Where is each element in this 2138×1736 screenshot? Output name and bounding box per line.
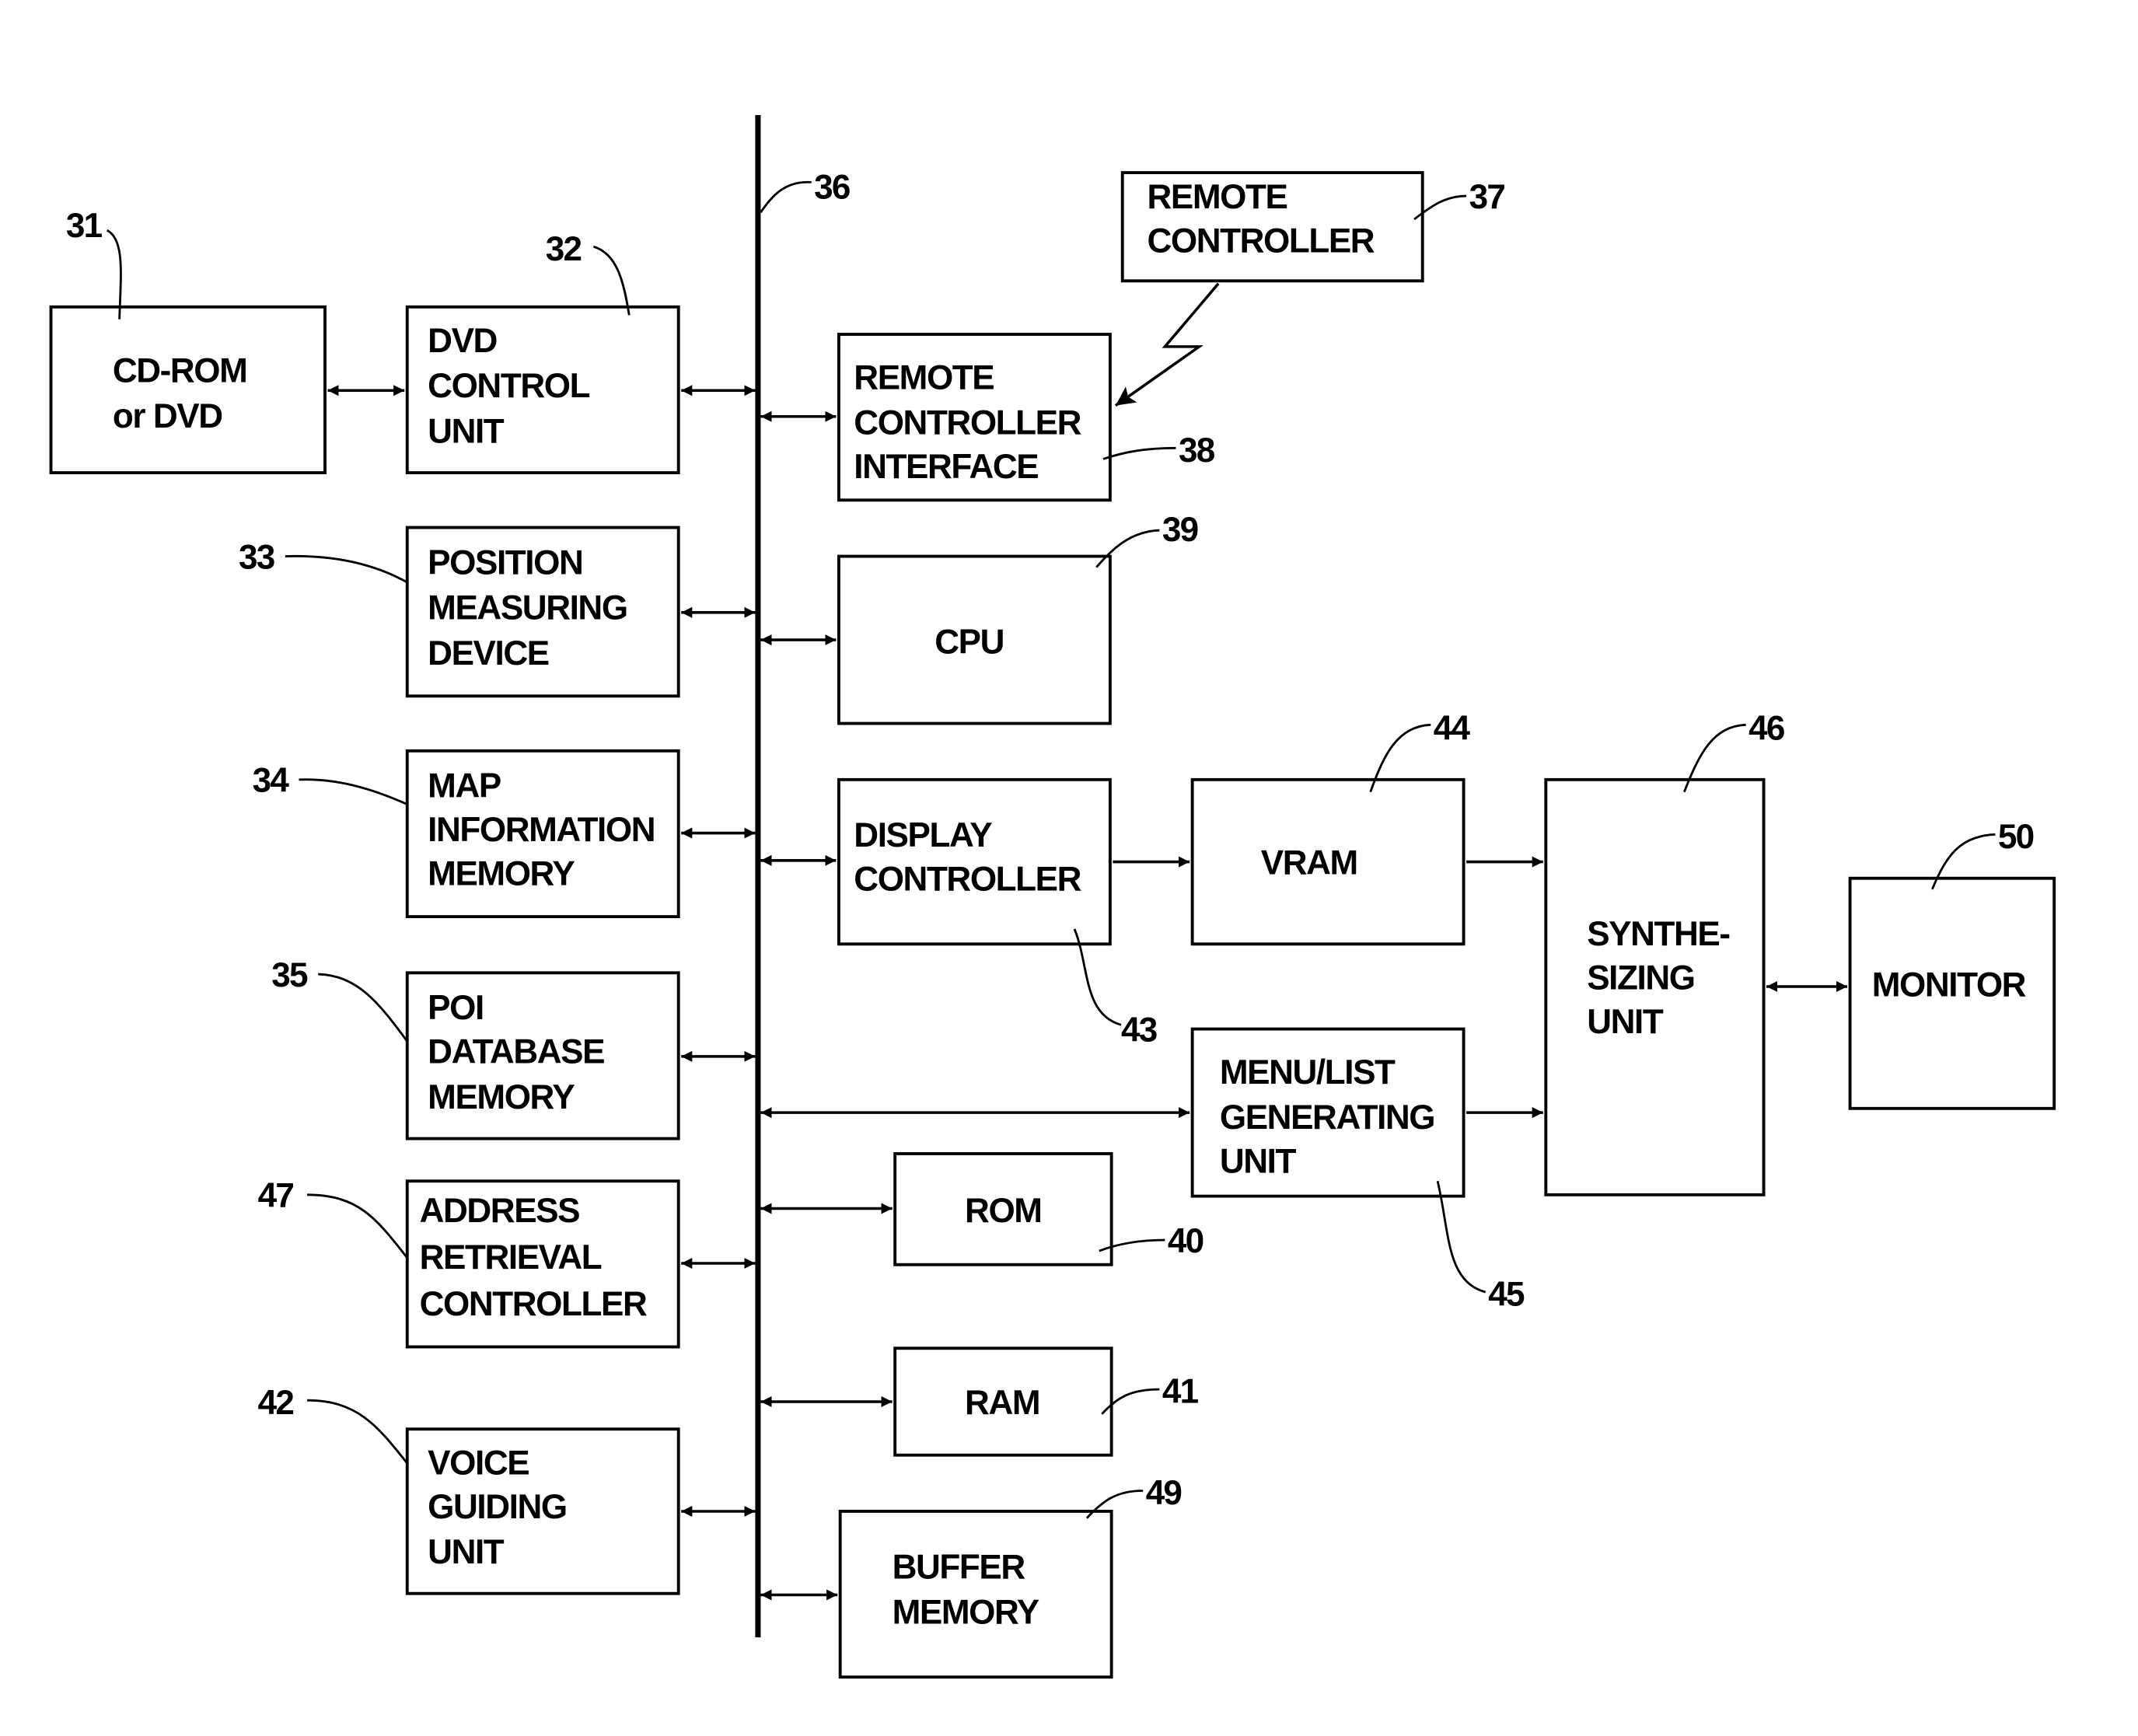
block-synthesizing-line1: SYNTHE- [1587, 915, 1729, 953]
block-remote-interface: REMOTE CONTROLLER INTERFACE [837, 333, 1112, 502]
block-poi-memory-line1: POI [428, 989, 484, 1027]
block-address-retrieval-line2: RETRIEVAL [420, 1238, 602, 1277]
block-remote-interface-line3: INTERFACE [854, 448, 1038, 486]
block-address-retrieval: ADDRESS RETRIEVAL CONTROLLER [405, 1179, 680, 1349]
block-cpu: CPU [837, 554, 1112, 725]
block-menu-list-line1: MENU/LIST [1220, 1053, 1396, 1092]
block-address-retrieval-line3: CONTROLLER [420, 1285, 647, 1323]
block-menu-list: MENU/LIST GENERATING UNIT [1190, 1027, 1466, 1198]
leader-42 [307, 1399, 408, 1465]
ref-41: 41 [1162, 1373, 1199, 1411]
block-dvd-control-line3: UNIT [428, 412, 505, 450]
ref-39: 39 [1162, 511, 1198, 549]
ref-40: 40 [1168, 1222, 1203, 1260]
leader-47 [307, 1193, 408, 1259]
block-voice-guiding: VOICE GUIDING UNIT [405, 1427, 680, 1595]
block-cpu-line1: CPU [935, 623, 1004, 662]
block-monitor: MONITOR [1848, 876, 2056, 1110]
block-synthesizing-line2: SIZING [1587, 959, 1694, 997]
block-map-memory-line2: INFORMATION [428, 811, 655, 849]
ref-49: 49 [1146, 1474, 1182, 1512]
leader-34 [299, 778, 408, 805]
block-map-memory: MAP INFORMATION MEMORY [405, 749, 680, 919]
block-poi-memory: POI DATABASE MEMORY [405, 971, 680, 1140]
block-buffer-line1: BUFFER [893, 1548, 1025, 1586]
block-poi-memory-line2: DATABASE [428, 1033, 604, 1071]
leader-38 [1102, 446, 1176, 460]
block-remote-interface-line1: REMOTE [854, 359, 994, 397]
ref-38: 38 [1179, 431, 1215, 470]
block-cdrom-line1: CD-ROM [113, 352, 247, 390]
block-vram: VRAM [1190, 777, 1466, 946]
block-dvd-control-line2: CONTROL [428, 367, 589, 405]
block-remote-interface-line2: CONTROLLER [854, 404, 1081, 442]
leader-35 [318, 973, 408, 1043]
block-dvd-control: DVD CONTROL UNIT [405, 305, 680, 474]
ref-36: 36 [814, 169, 850, 207]
block-remote-controller: REMOTE CONTROLLER [1120, 171, 1424, 283]
block-poi-memory-line3: MEMORY [428, 1078, 575, 1116]
block-synthesizing: SYNTHE- SIZING UNIT [1544, 777, 1766, 1196]
block-display-controller-line2: CONTROLLER [854, 861, 1081, 899]
wireless-link [1114, 282, 1220, 407]
ref-31: 31 [66, 207, 103, 245]
block-monitor-line1: MONITOR [1872, 966, 2026, 1004]
block-voice-guiding-line1: VOICE [428, 1444, 529, 1482]
ref-32: 32 [546, 230, 582, 268]
block-position-line2: MEASURING [428, 589, 627, 627]
ref-46: 46 [1748, 710, 1784, 748]
block-rom: ROM [893, 1152, 1113, 1266]
block-ram-line1: RAM [965, 1384, 1039, 1422]
block-rom-line1: ROM [965, 1192, 1042, 1230]
block-vram-line1: VRAM [1261, 844, 1357, 882]
ref-45: 45 [1488, 1276, 1525, 1314]
block-cdrom: CD-ROM or DVD [49, 305, 327, 474]
block-remote-controller-line2: CONTROLLER [1147, 222, 1374, 260]
ref-50: 50 [1998, 818, 2034, 856]
block-menu-list-line3: UNIT [1220, 1143, 1297, 1181]
block-display-controller: DISPLAY CONTROLLER [837, 777, 1112, 946]
block-menu-list-line2: GENERATING [1220, 1099, 1434, 1137]
leader-45 [1436, 1180, 1486, 1294]
block-ram: RAM [893, 1347, 1113, 1457]
block-voice-guiding-line3: UNIT [428, 1533, 505, 1571]
ref-35: 35 [271, 956, 308, 994]
block-position-line1: POSITION [428, 543, 582, 582]
block-display-controller-line1: DISPLAY [854, 816, 992, 854]
block-buffer: BUFFER MEMORY [838, 1510, 1113, 1679]
leader-32 [593, 245, 631, 316]
ref-37: 37 [1469, 178, 1505, 216]
ref-42: 42 [258, 1384, 294, 1422]
leader-33 [285, 554, 408, 584]
block-address-retrieval-line1: ADDRESS [420, 1192, 580, 1230]
ref-33: 33 [239, 538, 274, 576]
block-position: POSITION MEASURING DEVICE [405, 526, 680, 698]
block-buffer-line2: MEMORY [893, 1593, 1039, 1631]
ref-47: 47 [258, 1177, 294, 1215]
ref-44: 44 [1434, 710, 1471, 748]
block-remote-controller-line1: REMOTE [1147, 178, 1287, 216]
block-diagram: 36 CD-ROM or DVD 31 DVD CONTROL UNIT 32 … [49, 115, 2056, 1679]
block-voice-guiding-line2: GUIDING [428, 1488, 567, 1526]
block-position-line3: DEVICE [428, 634, 549, 672]
block-map-memory-line1: MAP [428, 767, 501, 805]
block-dvd-control-line1: DVD [428, 322, 497, 360]
leader-36 [760, 180, 812, 213]
ref-34: 34 [253, 762, 290, 800]
block-map-memory-line3: MEMORY [428, 855, 575, 893]
block-synthesizing-line3: UNIT [1587, 1003, 1664, 1041]
ref-43: 43 [1121, 1011, 1157, 1049]
block-cdrom-line2: or DVD [113, 397, 222, 435]
